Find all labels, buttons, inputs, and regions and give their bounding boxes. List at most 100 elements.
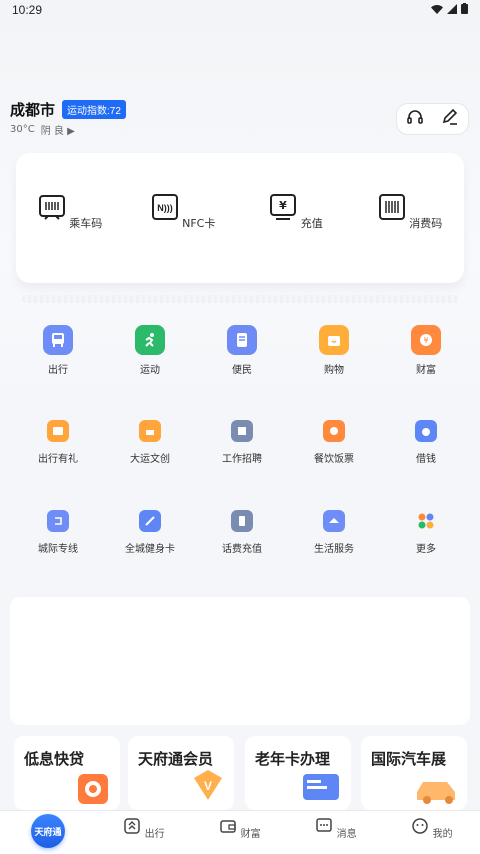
svg-text:N))): N))) xyxy=(157,203,173,213)
status-bar: 10:29 xyxy=(0,0,480,22)
tab-wealth[interactable]: 财富 xyxy=(210,817,270,840)
service-fitness-card[interactable]: 全城健身卡 xyxy=(104,510,196,555)
service-label: 全城健身卡 xyxy=(125,544,175,555)
nfc-icon: N))) xyxy=(151,194,178,220)
service-sport[interactable]: 运动 xyxy=(104,325,196,376)
pay-item-nfc[interactable]: N))) NFC卡 xyxy=(143,193,223,231)
recruit-icon xyxy=(231,420,253,442)
pay-item-bus-code[interactable]: 乘车码 xyxy=(30,193,110,231)
dumbbell-icon xyxy=(139,510,161,532)
tab-label: 出行 xyxy=(144,829,165,840)
status-time: 10:29 xyxy=(12,3,43,17)
loan-icon xyxy=(78,774,108,804)
temperature: 30°C xyxy=(10,124,35,135)
tab-travel[interactable]: 出行 xyxy=(114,817,174,840)
doc-icon xyxy=(227,325,257,355)
life-service-icon xyxy=(323,510,345,532)
bag-icon xyxy=(319,325,349,355)
card-divider xyxy=(22,295,458,303)
profile-icon xyxy=(412,818,429,834)
wallet-icon xyxy=(220,820,237,833)
service-label: 城际专线 xyxy=(38,544,78,555)
top-actions xyxy=(396,103,469,135)
service-borrow[interactable]: 借钱 xyxy=(380,420,472,465)
more-apps-icon xyxy=(415,510,437,532)
service-label: 话费充值 xyxy=(222,544,262,555)
promo-senior-card[interactable]: 老年卡办理 xyxy=(245,736,351,810)
service-travel-gift[interactable]: 出行有礼 xyxy=(12,420,104,465)
service-travel[interactable]: 出行 xyxy=(12,325,104,376)
pay-item-label: 消费码 xyxy=(409,217,443,230)
card-icon xyxy=(303,774,339,800)
service-label: 购物 xyxy=(324,365,344,376)
promo-title: 老年卡办理 xyxy=(255,750,331,768)
headset-icon[interactable] xyxy=(406,108,424,130)
pay-item-label: NFC卡 xyxy=(182,217,216,230)
route-icon xyxy=(47,510,69,532)
bus-icon xyxy=(43,325,73,355)
service-meal[interactable]: 餐饮饭票 xyxy=(288,420,380,465)
weather-info[interactable]: 30°C 阴 良 ▶ xyxy=(10,122,75,137)
service-label: 出行 xyxy=(48,365,68,376)
svg-text:¥: ¥ xyxy=(423,336,428,345)
money-bag-icon xyxy=(415,420,437,442)
service-shopping[interactable]: 购物 xyxy=(288,325,380,376)
travel-tab-icon xyxy=(124,818,141,834)
promo-title: 低息快贷 xyxy=(24,750,85,768)
run-icon xyxy=(135,325,165,355)
promo-auto-show[interactable]: 国际汽车展 xyxy=(361,736,467,810)
phone-topup-icon xyxy=(231,510,253,532)
service-phone-topup[interactable]: 话费充值 xyxy=(196,510,288,555)
promo-loan[interactable]: 低息快贷 xyxy=(14,736,120,810)
city-name[interactable]: 成都市 xyxy=(10,99,55,120)
battery-icon xyxy=(461,3,468,14)
meal-icon xyxy=(323,420,345,442)
car-icon xyxy=(417,782,455,804)
tab-label: 消息 xyxy=(336,829,357,840)
promo-title: 天府通会员 xyxy=(138,750,214,768)
yuan-icon: ¥ xyxy=(270,194,297,220)
service-label: 出行有礼 xyxy=(38,454,78,465)
home-tab-button[interactable]: 天府通 xyxy=(31,814,65,848)
tab-messages[interactable]: 消息 xyxy=(306,817,366,840)
edit-icon[interactable] xyxy=(441,108,459,130)
service-label: 生活服务 xyxy=(314,544,354,555)
service-life[interactable]: 生活服务 xyxy=(288,510,380,555)
pay-item-label: 充值 xyxy=(300,217,323,230)
tab-label: 财富 xyxy=(240,829,261,840)
service-label: 便民 xyxy=(232,365,252,376)
barcode-icon xyxy=(378,194,405,220)
wifi-icon xyxy=(431,4,443,14)
service-intercity[interactable]: 城际专线 xyxy=(12,510,104,555)
gift-bus-icon xyxy=(47,420,69,442)
bus-card-icon xyxy=(38,195,65,220)
tab-label: 我的 xyxy=(432,829,453,840)
tab-profile[interactable]: 我的 xyxy=(402,817,462,840)
service-more[interactable]: 更多 xyxy=(380,510,472,555)
pay-item-topup[interactable]: ¥ 充值 xyxy=(256,193,336,231)
promo-membership[interactable]: 天府通会员 V xyxy=(128,736,234,810)
service-culture[interactable]: 大运文创 xyxy=(104,420,196,465)
quick-pay-card: 乘车码 N))) NFC卡 ¥ 充值 消费码 xyxy=(16,153,464,283)
service-label: 大运文创 xyxy=(130,454,170,465)
pay-item-label: 乘车码 xyxy=(69,217,103,230)
service-label: 工作招聘 xyxy=(222,454,262,465)
signal-icon xyxy=(447,3,457,14)
service-label: 餐饮饭票 xyxy=(314,454,354,465)
service-label: 财富 xyxy=(416,365,436,376)
pay-item-consume-code[interactable]: 消费码 xyxy=(370,193,450,231)
svg-text:¥: ¥ xyxy=(279,199,287,212)
service-wealth[interactable]: ¥ 财富 xyxy=(380,325,472,376)
box-icon xyxy=(139,420,161,442)
sport-index-badge[interactable]: 运动指数:72 xyxy=(62,100,126,119)
weather-text: 阴 良 ▶ xyxy=(40,126,75,137)
service-convenience[interactable]: 便民 xyxy=(196,325,288,376)
banner-area[interactable] xyxy=(10,597,470,725)
status-icons xyxy=(431,3,468,14)
service-recruit[interactable]: 工作招聘 xyxy=(196,420,288,465)
svg-text:V: V xyxy=(204,779,212,793)
service-label: 更多 xyxy=(416,544,436,555)
service-label: 运动 xyxy=(140,365,160,376)
vip-icon: V xyxy=(194,770,222,800)
coin-icon: ¥ xyxy=(411,325,441,355)
